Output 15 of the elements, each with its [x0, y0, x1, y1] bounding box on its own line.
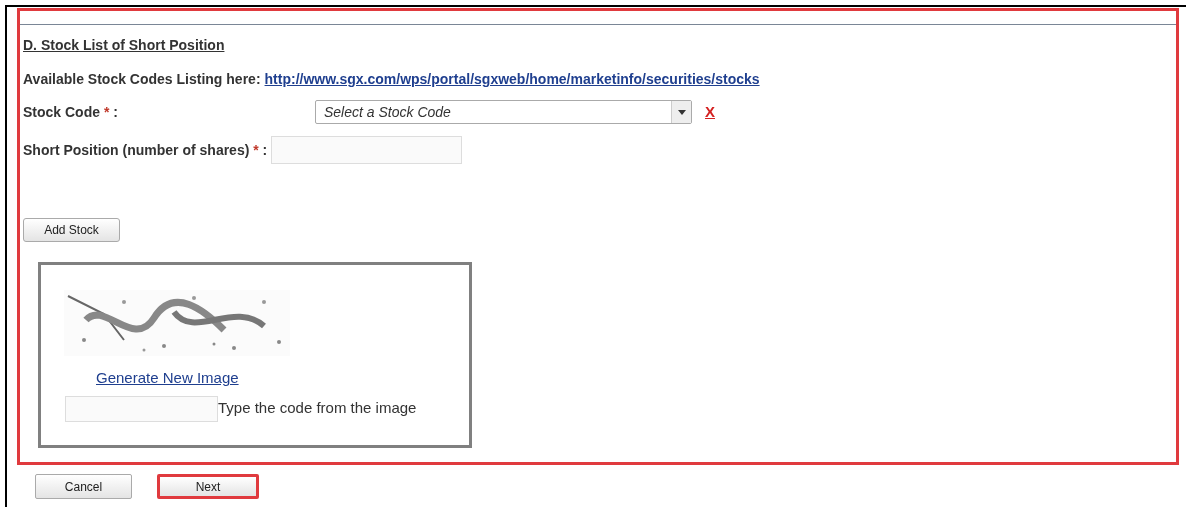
form-button[interactable]: Cancel [35, 474, 132, 499]
form-button[interactable]: Next [157, 474, 259, 499]
caret-icon [677, 109, 686, 115]
section-heading: D. Stock List of Short Position [23, 36, 226, 55]
short-position-field[interactable] [271, 136, 463, 164]
generate-image-link[interactable]: Generate New Image [96, 367, 239, 390]
field-label: Stock Code * : [23, 104, 118, 120]
stock-code-select[interactable]: Select a Stock Code [315, 100, 692, 124]
captcha-field[interactable] [65, 395, 218, 422]
field-label: Short Position (number of shares) * : [23, 140, 268, 160]
clear-link[interactable]: X [705, 100, 715, 124]
captcha-hint: Type the code from the image [218, 398, 417, 419]
stock-codes-link[interactable]: http://www.sgx.com/wps/portal/sgxweb/home/marketinfo/securities/stocks [264, 69, 760, 90]
add-stock-button[interactable]: Add Stock [23, 218, 120, 242]
listing-label: Available Stock Codes Listing here: [23, 70, 261, 89]
